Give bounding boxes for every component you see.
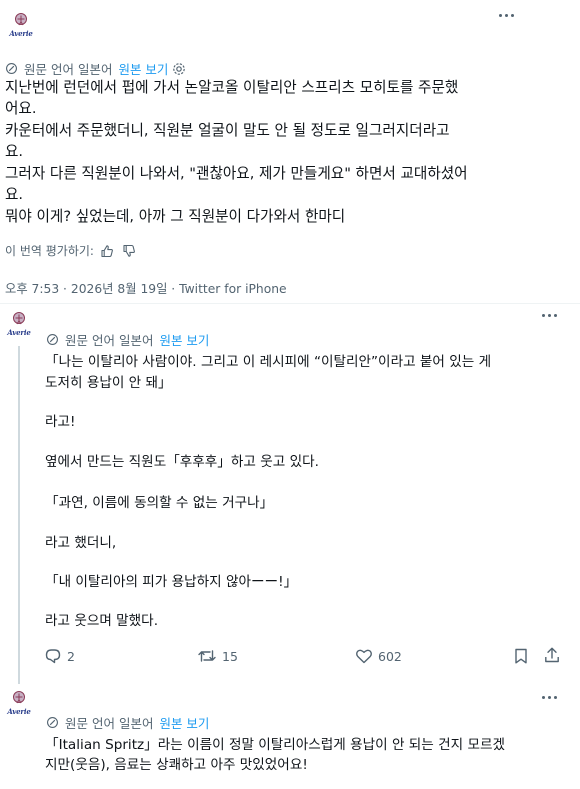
thumbs-down-icon[interactable]: [122, 244, 136, 258]
thumbs-up-icon[interactable]: [100, 244, 114, 258]
translation-source-label: 원문 언어 일본어: [65, 333, 154, 348]
reply-author-avatar[interactable]: Averie: [6, 690, 32, 720]
show-original-link[interactable]: 원본 보기: [159, 330, 209, 349]
bookmark-button[interactable]: [513, 647, 529, 665]
translation-bar: 원문 언어 일본어 원본 보기: [46, 713, 209, 732]
reply-author-avatar[interactable]: Averie: [6, 311, 32, 341]
divider: [0, 303, 580, 304]
translation-source-label: 원문 언어 일본어: [24, 62, 113, 77]
share-button[interactable]: [543, 646, 561, 664]
translate-icon: [6, 63, 17, 74]
tweet-timestamp[interactable]: 오후 7:53 · 2026년 8월 19일 · Twitter for iPh…: [5, 279, 287, 297]
more-options-button[interactable]: [540, 693, 560, 703]
brand-seal-icon: [13, 691, 25, 704]
tweet-text-line: 카운터에서 주문했더니, 직원분 얼굴이 말도 안 될 정도로 일그러지더라고: [5, 122, 450, 139]
settings-icon[interactable]: [172, 62, 186, 76]
retweet-count: 15: [222, 648, 238, 664]
brand-seal-icon: [15, 13, 27, 26]
reply-button[interactable]: 2: [44, 647, 75, 665]
reply-text-line: 라고!: [45, 414, 76, 430]
more-options-button[interactable]: [497, 11, 517, 21]
thread-connector: [18, 346, 20, 684]
bookmark-icon: [515, 648, 527, 664]
like-count: 602: [378, 648, 402, 664]
rate-translation: 이 번역 평가하기:: [5, 242, 136, 259]
more-options-button[interactable]: [540, 311, 560, 321]
tweet-text-line: 요.: [5, 186, 24, 203]
author-avatar[interactable]: Averie: [8, 12, 34, 42]
brand-name: Averie: [7, 707, 31, 716]
share-icon: [545, 647, 559, 663]
show-original-link[interactable]: 원본 보기: [118, 59, 168, 78]
reply-count: 2: [67, 648, 75, 664]
retweet-icon: [198, 650, 216, 662]
like-icon: [356, 649, 372, 664]
tweet-text-line: 어요.: [5, 100, 37, 117]
tweet-text-line: 뭐야 이게? 싶었는데, 아까 그 직원분이 다가와서 한마디: [5, 208, 346, 225]
tweet-text-line: 지난번에 런던에서 펍에 가서 논알코올 이탈리안 스프리츠 모히토를 주문했: [5, 79, 459, 96]
show-original-link[interactable]: 원본 보기: [159, 713, 209, 732]
reply-text-line: 「Italian Spritz」라는 이름이 정말 이탈리아스럽게 용납이 안 …: [45, 737, 505, 753]
brand-seal-icon: [13, 312, 25, 325]
translation-bar: 원문 언어 일본어 원본 보기: [5, 59, 186, 78]
brand-name: Averie: [9, 29, 33, 38]
reply-text-line: 라고 웃으며 말했다.: [45, 613, 159, 629]
reply-text-line: 옆에서 만드는 직원도「후후후」하고 웃고 있다.: [45, 454, 319, 470]
reply-text-line: 「과연, 이름에 동의할 수 없는 거구나」: [45, 495, 274, 511]
tweet-text-line: 요.: [5, 143, 24, 160]
translation-source-label: 원문 언어 일본어: [65, 716, 154, 731]
reply-text-line: 「내 이탈리아의 피가 용납하지 않아ーー!」: [45, 574, 298, 590]
retweet-button[interactable]: 15: [197, 647, 238, 665]
reply-icon: [45, 649, 61, 664]
like-button[interactable]: 602: [355, 647, 402, 665]
translate-icon: [47, 334, 58, 345]
brand-name: Averie: [7, 328, 31, 337]
reply-text-line: 「나는 이탈리아 사람이야. 그리고 이 레시피에 “이탈리안”이라고 붙어 있…: [45, 354, 492, 370]
translate-icon: [47, 717, 58, 728]
reply-text-line: 지만(웃음), 음료는 상쾌하고 아주 맛있었어요!: [45, 757, 308, 773]
rate-translation-label: 이 번역 평가하기:: [5, 244, 94, 258]
translation-bar: 원문 언어 일본어 원본 보기: [46, 330, 209, 349]
reply-text-line: 라고 했더니,: [45, 535, 117, 551]
tweet-text-line: 그러자 다른 직원분이 나와서, "괜찮아요, 제가 만들게요" 하면서 교대하…: [5, 165, 468, 182]
reply-text-line: 도저히 용납이 안 돼」: [45, 375, 172, 391]
